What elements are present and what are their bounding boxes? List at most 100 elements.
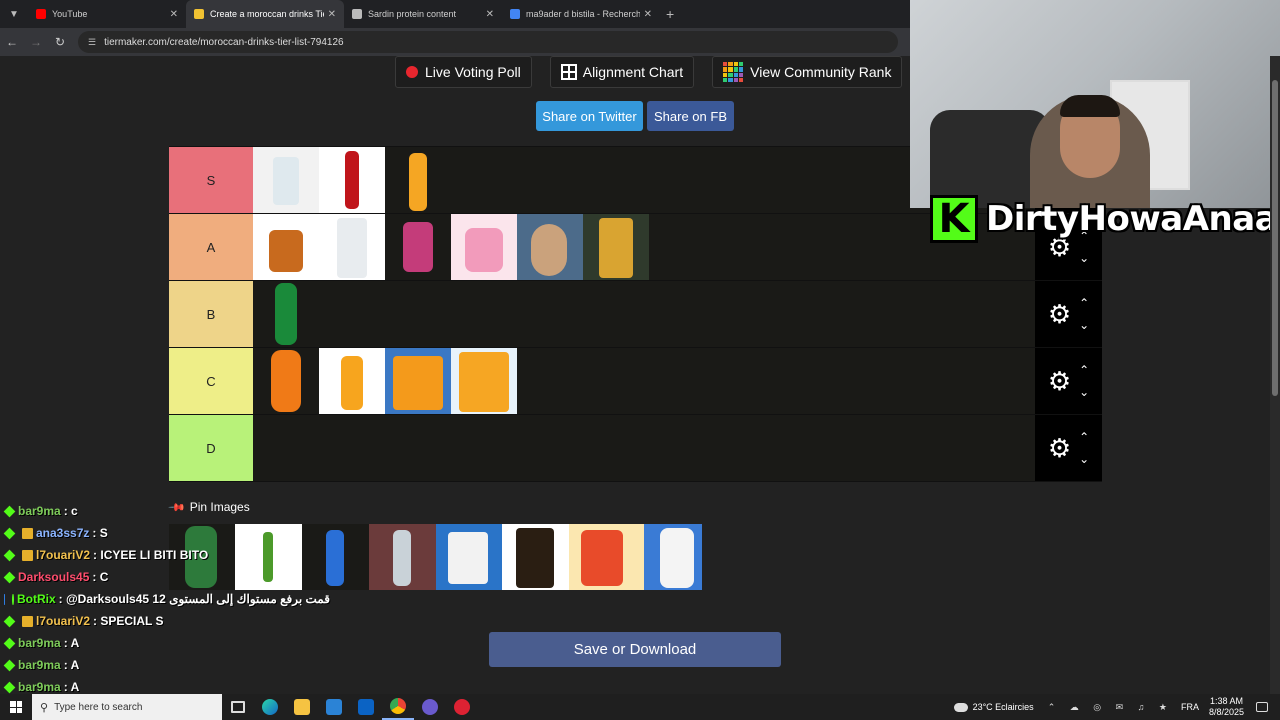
hand-holding-drink-image: [393, 530, 411, 586]
browser-tab[interactable]: Sardin protein content ✕: [344, 0, 502, 28]
alignment-chart-button[interactable]: Alignment Chart: [549, 56, 695, 88]
milkshake-cup[interactable]: [385, 214, 451, 280]
language-indicator[interactable]: FRA: [1181, 702, 1199, 712]
forward-icon[interactable]: →: [24, 35, 48, 49]
gear-icon[interactable]: ⚙: [1048, 366, 1071, 397]
chat-username[interactable]: bar9ma: [18, 636, 61, 650]
tab-title: Create a moroccan drinks Tier: [210, 9, 324, 19]
tier-drop-zone[interactable]: [253, 281, 1035, 347]
tier-drop-zone[interactable]: [253, 348, 1035, 414]
site-info-icon[interactable]: ☰: [88, 37, 96, 48]
share-on-fb-button[interactable]: Share on FB: [647, 101, 734, 131]
cbon-juice-pack[interactable]: [385, 348, 451, 414]
close-tab-icon[interactable]: ✕: [486, 9, 494, 20]
live-voting-poll-button[interactable]: Live Voting Poll: [395, 56, 532, 88]
pink-juice-glass[interactable]: [451, 214, 517, 280]
chat-username[interactable]: l7ouariV2: [36, 548, 90, 562]
new-tab-button[interactable]: +: [666, 6, 674, 22]
move-down-icon[interactable]: ⌄: [1079, 314, 1089, 336]
coca-cola-bottle[interactable]: [319, 147, 385, 213]
share-on-twitter-button[interactable]: Share on Twitter: [536, 101, 643, 131]
tier-label[interactable]: D: [169, 415, 253, 481]
ras-juice-carton[interactable]: [569, 524, 644, 590]
close-tab-icon[interactable]: ✕: [170, 9, 178, 20]
orange-drink-bottle[interactable]: [319, 348, 385, 414]
chat-username[interactable]: BotRix: [17, 592, 56, 606]
move-down-icon[interactable]: ⌄: [1079, 247, 1089, 269]
save-or-download-button[interactable]: Save or Download: [489, 632, 781, 667]
tab-search-chevron-icon[interactable]: ▼: [0, 0, 28, 28]
fanta-bottle[interactable]: [253, 348, 319, 414]
subscriber-badge-icon: [22, 615, 33, 627]
moroccan-tea-glass[interactable]: [253, 214, 319, 280]
chat-badge-icon: [3, 549, 16, 561]
taskbar-search-box[interactable]: ⚲ Type here to search: [32, 694, 222, 720]
move-up-icon[interactable]: ⌃: [1079, 359, 1089, 381]
obs-icon[interactable]: [414, 694, 446, 720]
chat-badge-icon: [3, 637, 16, 649]
move-down-icon[interactable]: ⌄: [1079, 381, 1089, 403]
water-salad-can[interactable]: [319, 214, 385, 280]
verified-badge-icon: [12, 593, 14, 605]
gear-icon[interactable]: ⚙: [1048, 299, 1071, 330]
task-view-icon[interactable]: [222, 694, 254, 720]
browser-tab[interactable]: Create a moroccan drinks Tier ✕: [186, 0, 344, 28]
move-down-icon[interactable]: ⌄: [1079, 448, 1089, 470]
close-tab-icon[interactable]: ✕: [328, 9, 336, 20]
tier-drop-zone[interactable]: [253, 214, 1035, 280]
url-field[interactable]: ☰ tiermaker.com/create/moroccan-drinks-t…: [78, 31, 898, 53]
browser-tab[interactable]: ma9ader d bistila - Recherche G ✕: [502, 0, 660, 28]
tier-label[interactable]: A: [169, 214, 253, 280]
chat-username[interactable]: bar9ma: [18, 680, 61, 694]
poster-drink[interactable]: [436, 524, 502, 590]
chrome-icon[interactable]: [382, 694, 414, 720]
streamer-name: DirtyHowaAnaa: [986, 199, 1278, 239]
glass-of-water[interactable]: [253, 147, 319, 213]
close-tab-icon[interactable]: ✕: [644, 9, 652, 20]
tier-label[interactable]: B: [169, 281, 253, 347]
tier-row-b: B ⚙ ⌃ ⌄: [169, 281, 1102, 348]
tab-title: YouTube: [52, 9, 88, 19]
ace-bleach-bottle[interactable]: [644, 524, 702, 590]
chat-badge-icon: [3, 505, 16, 517]
chat-username[interactable]: bar9ma: [18, 658, 61, 672]
tier-label[interactable]: C: [169, 348, 253, 414]
chat-username[interactable]: Darksouls45: [18, 570, 89, 584]
reload-icon[interactable]: ↻: [48, 35, 72, 49]
view-community-rank-button[interactable]: View Community Rank: [712, 56, 903, 88]
tier-label[interactable]: S: [169, 147, 253, 213]
ras-juice-carton-image: [581, 530, 623, 586]
orange-soda-bottle[interactable]: [385, 147, 451, 213]
move-up-icon[interactable]: ⌃: [1079, 426, 1089, 448]
taskbar-clock[interactable]: 1:38 AM 8/8/2025: [1209, 696, 1244, 718]
notification-icon[interactable]: [1256, 702, 1268, 712]
chat-username[interactable]: ana3ss7z: [36, 526, 89, 540]
abtal-can[interactable]: [583, 214, 649, 280]
tab-favicon-icon: [36, 9, 46, 19]
fanta-bottle-image: [271, 350, 301, 412]
tier-drop-zone[interactable]: [253, 415, 1035, 481]
hand-holding-drink[interactable]: [369, 524, 436, 590]
edge-icon[interactable]: [254, 694, 286, 720]
gear-icon[interactable]: ⚙: [1048, 433, 1071, 464]
windows-start-icon[interactable]: [0, 694, 32, 720]
sprite-bottle[interactable]: [253, 281, 319, 347]
page-scrollbar[interactable]: [1270, 56, 1280, 694]
chat-badge-icon: [3, 659, 16, 671]
weather-widget[interactable]: 23°C Eclaircies: [953, 702, 1034, 712]
bouskoura-pulpe-pack[interactable]: [451, 348, 517, 414]
chat-username[interactable]: bar9ma: [18, 504, 61, 518]
move-up-icon[interactable]: ⌃: [1079, 292, 1089, 314]
tray-icons[interactable]: ⌃ ☁ ◎ ✉ ♫ ★: [1048, 702, 1173, 713]
outlook-icon[interactable]: [350, 694, 382, 720]
chat-username[interactable]: l7ouariV2: [36, 614, 90, 628]
store-icon[interactable]: [318, 694, 350, 720]
back-icon[interactable]: ←: [0, 35, 24, 49]
dark-energy-can[interactable]: [502, 524, 569, 590]
bot-badge-icon: [4, 593, 6, 605]
scrollbar-thumb[interactable]: [1272, 80, 1278, 396]
file-explorer-icon[interactable]: [286, 694, 318, 720]
app-icon[interactable]: [446, 694, 478, 720]
child-drinking-photo[interactable]: [517, 214, 583, 280]
browser-tab[interactable]: YouTube ✕: [28, 0, 186, 28]
